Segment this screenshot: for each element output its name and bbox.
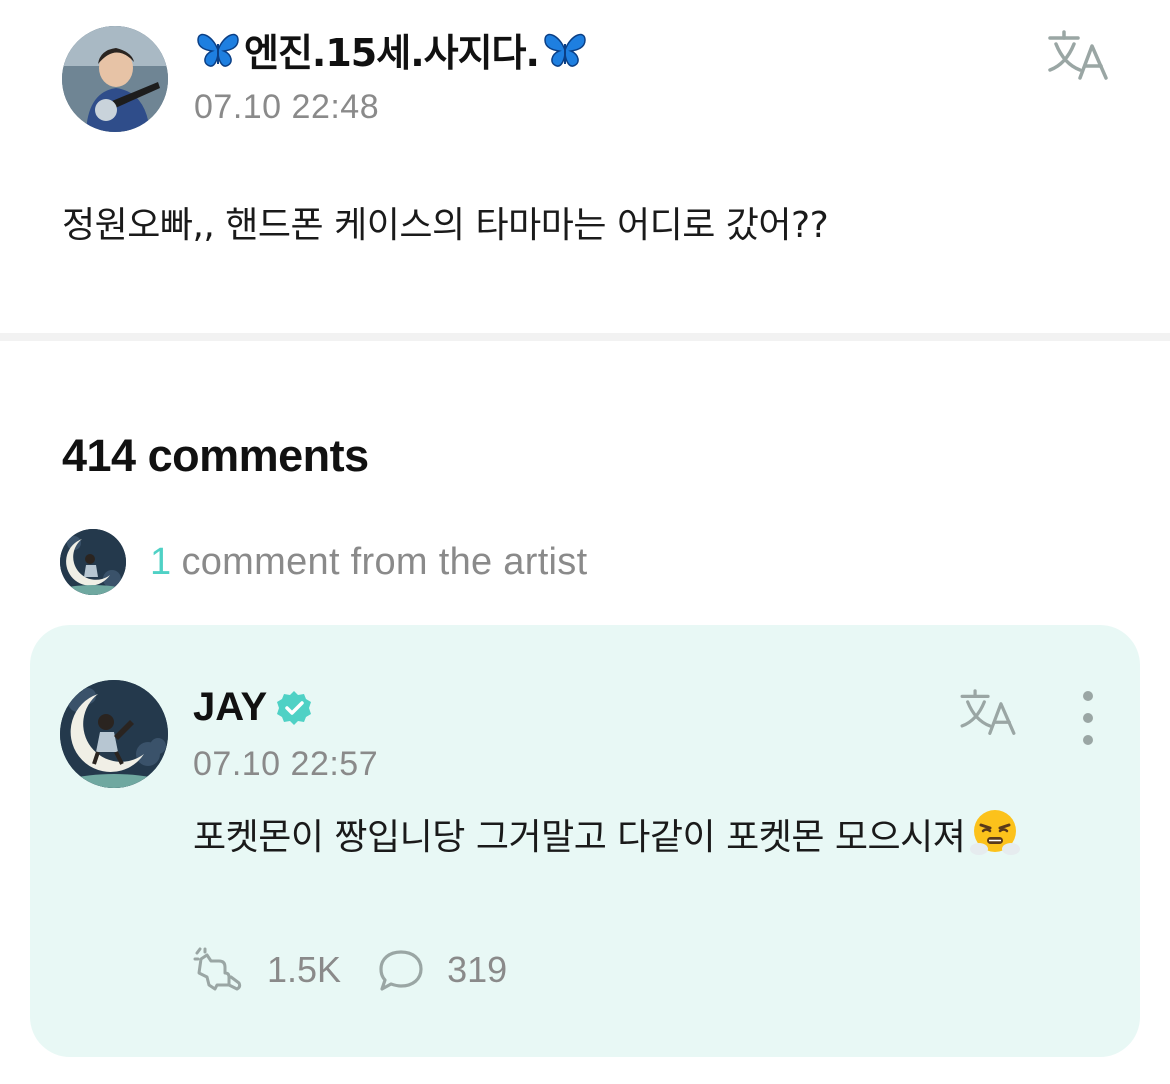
comments-count: 414 comments xyxy=(62,430,369,481)
artist-comments-filter[interactable]: 1 comment from the artist xyxy=(60,529,587,595)
reply-count: 319 xyxy=(447,949,508,990)
post-author-name[interactable]: 엔진.15세.사지다. xyxy=(196,22,587,77)
speech-bubble-icon xyxy=(379,950,423,991)
post-timestamp: 07.10 22:48 xyxy=(194,88,380,126)
reply-reaction[interactable]: 319 xyxy=(377,948,507,992)
comment-author-avatar[interactable] xyxy=(60,680,168,788)
comment-reactions: 1.5K 319 xyxy=(193,947,507,993)
artist-comment-count-label: 1 comment from the artist xyxy=(150,541,587,584)
artist-comment-label: comment from the artist xyxy=(181,540,588,583)
comment-author[interactable]: JAY xyxy=(193,685,313,730)
post-body-text: 정원오빠,, 핸드폰 케이스의 타마마는 어디로 갔어?? xyxy=(62,205,829,246)
comment-body: 포켓몬이 짱입니당 그거말고 다같이 포켓몬 모으시져 xyxy=(193,807,1093,868)
verified-badge-icon xyxy=(275,689,313,727)
section-divider xyxy=(0,333,1170,341)
artist-comment-card: JAY 07.10 22:57 포켓몬이 짱입니당 그거말고 다같이 포켓몬 모… xyxy=(30,625,1140,1057)
vertical-ellipsis-icon[interactable] xyxy=(1078,691,1098,745)
sparkle-like-icon xyxy=(193,947,242,991)
comment-author-name: JAY xyxy=(193,685,268,729)
comment-timestamp: 07.10 22:57 xyxy=(193,745,379,783)
butterfly-icon xyxy=(197,33,239,67)
post-author-name-text: 엔진.15세.사지다. xyxy=(244,31,540,75)
artist-avatar xyxy=(60,529,126,595)
translate-icon[interactable] xyxy=(1046,30,1110,82)
steam-face-emoji-icon xyxy=(969,807,1021,859)
post-detail-screen: 엔진.15세.사지다. 07.10 22:48 정원오빠,, 핸드폰 케이스의 … xyxy=(0,0,1170,1084)
artist-comment-count: 1 xyxy=(150,540,172,583)
like-count: 1.5K xyxy=(267,949,342,990)
like-reaction[interactable]: 1.5K xyxy=(193,947,341,993)
translate-icon[interactable] xyxy=(958,689,1018,737)
comment-body-text: 포켓몬이 짱입니당 그거말고 다같이 포켓몬 모으시져 xyxy=(193,817,966,858)
butterfly-icon xyxy=(544,33,586,67)
post-author-avatar[interactable] xyxy=(62,26,168,132)
